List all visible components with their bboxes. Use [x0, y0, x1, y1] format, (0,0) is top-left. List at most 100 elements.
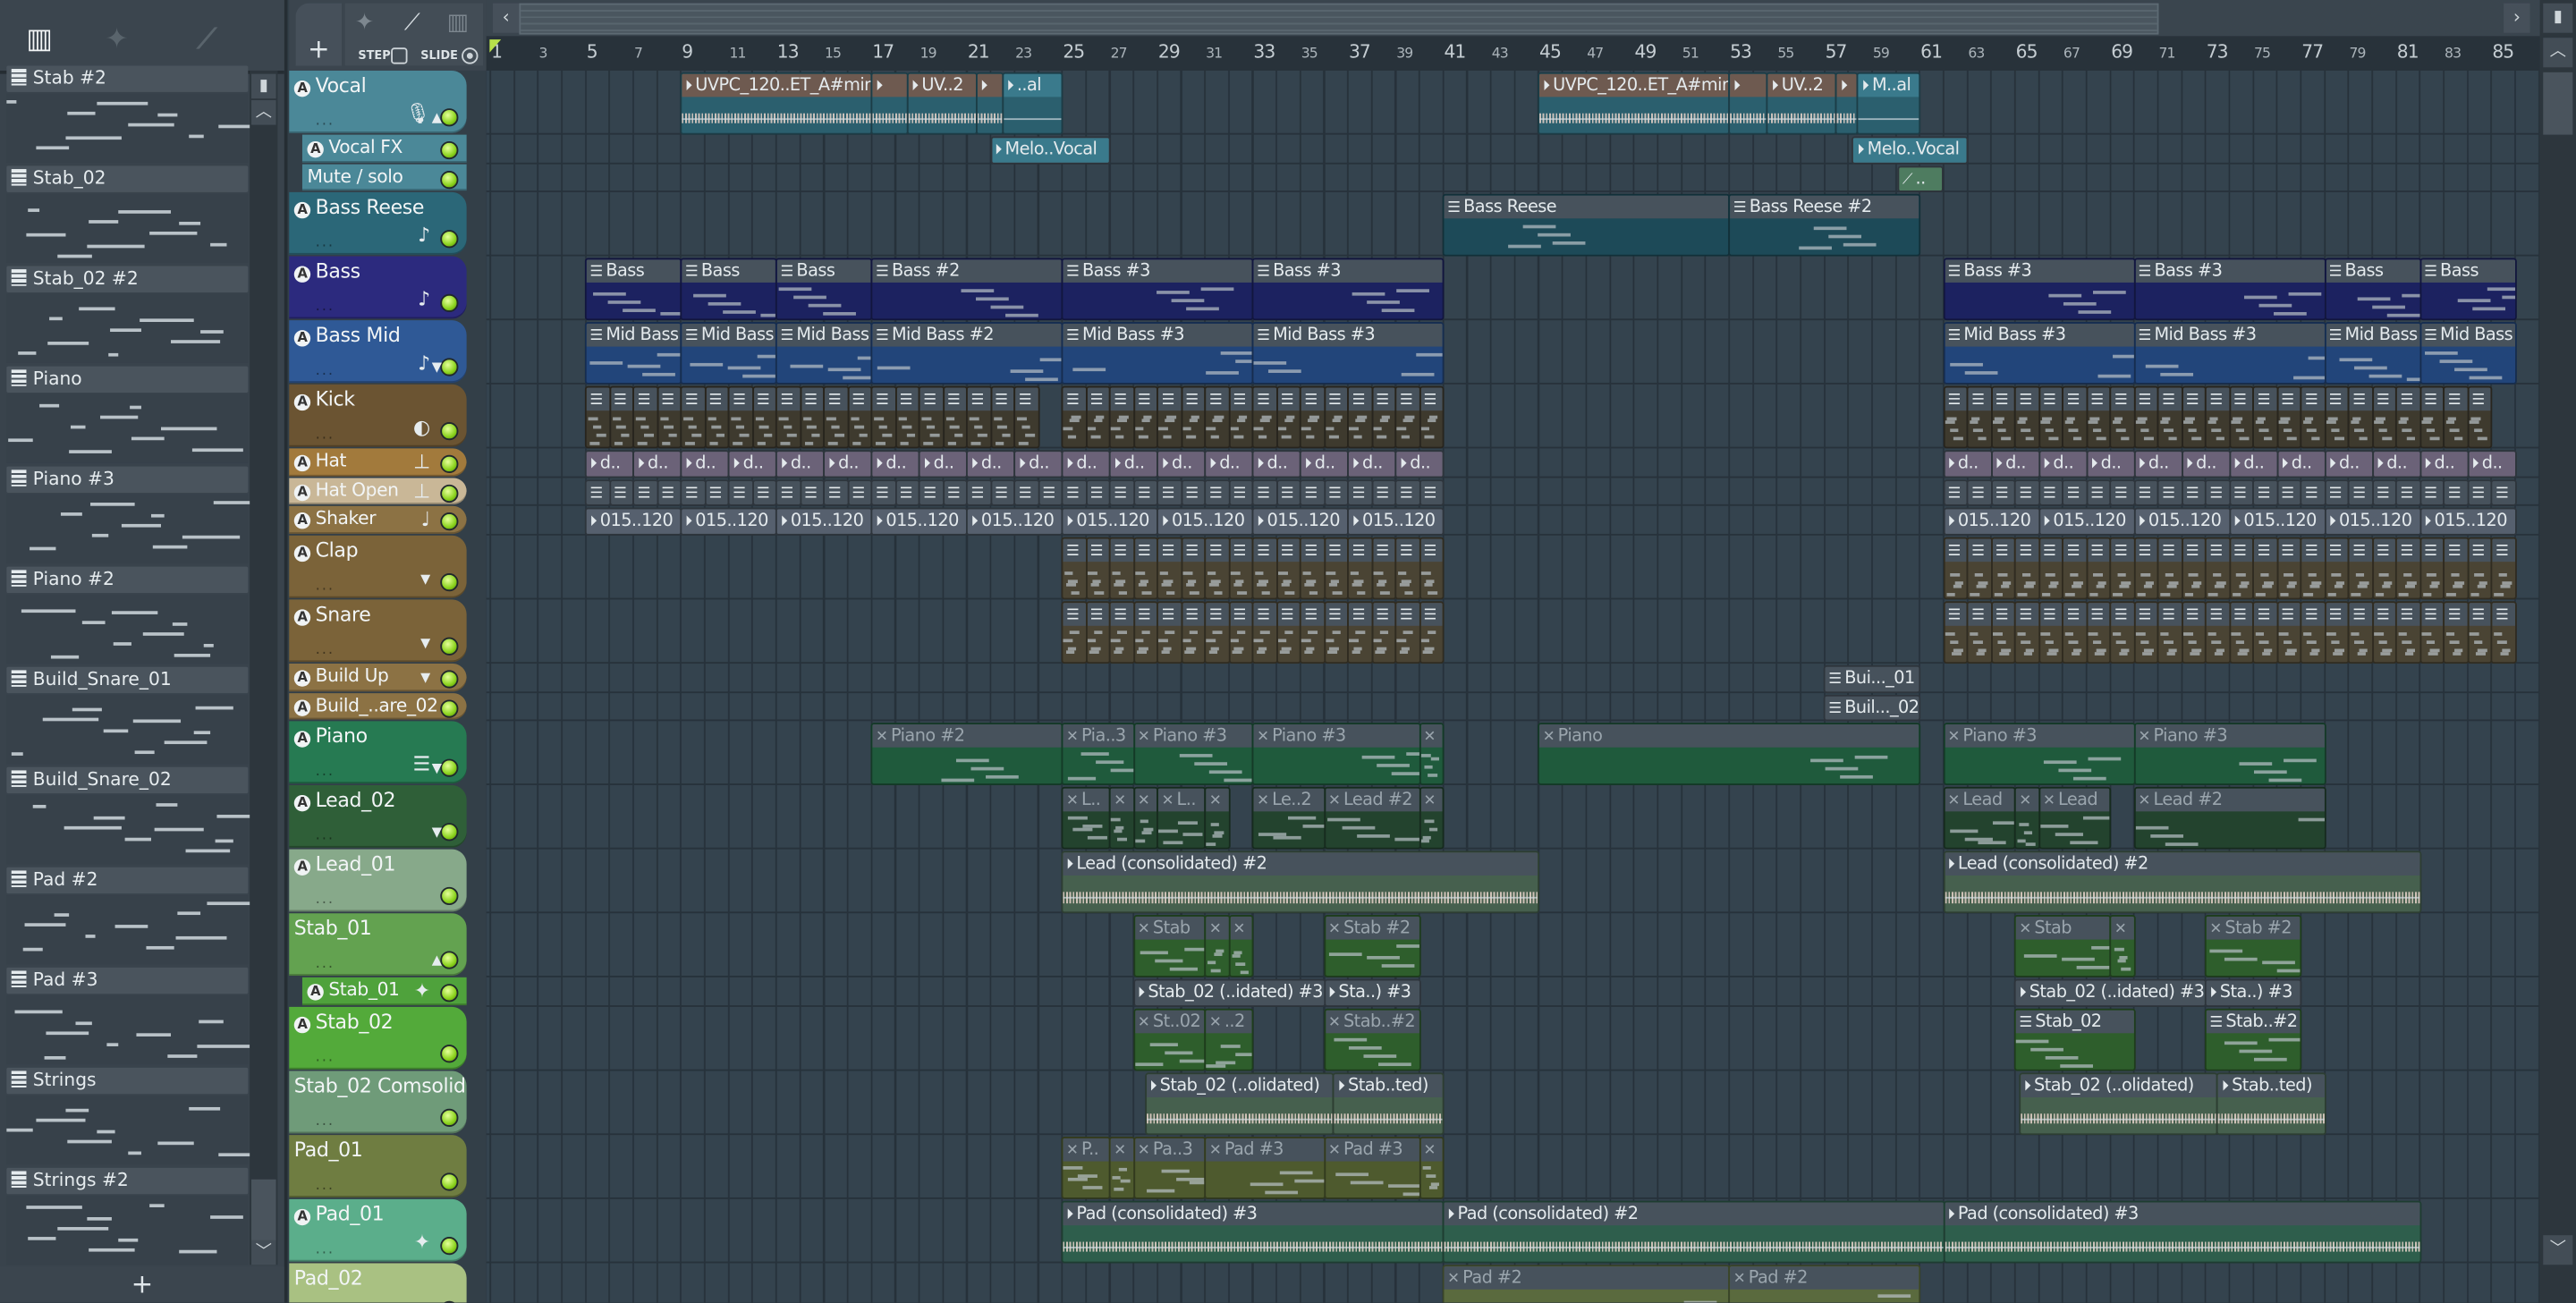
clip-header[interactable]: ☰Stab_02	[2016, 1010, 2133, 1033]
playlist-clip[interactable]: ☰	[1062, 479, 1087, 506]
picker-item-header[interactable]: Build_Snare_02	[6, 767, 248, 793]
playlist-clip[interactable]: ☰	[1157, 601, 1182, 664]
bar-number[interactable]: 73	[2207, 41, 2228, 63]
picker-item[interactable]: Strings #2	[6, 1168, 248, 1265]
playlist-clip[interactable]: ☰	[2181, 386, 2206, 449]
clip-header[interactable]: ☰	[777, 481, 800, 505]
clip-header[interactable]: ☰	[872, 388, 894, 411]
playlist-clip[interactable]: ☰	[1204, 479, 1229, 506]
picker-item[interactable]: Piano	[6, 367, 248, 463]
clip-header[interactable]: ☰	[1039, 481, 1062, 505]
playlist-clip[interactable]: ☰	[2229, 601, 2254, 664]
song-overview[interactable]: ‹ ›	[487, 0, 2540, 36]
clip-header[interactable]: ☰	[2420, 603, 2443, 626]
clip-header[interactable]: ⏵..al	[1004, 74, 1062, 97]
playlist-clip[interactable]: ✕Stab #2	[2205, 915, 2301, 977]
playlist-clip[interactable]: ☰	[2038, 479, 2063, 506]
clip-header[interactable]: ⏵015..120	[777, 510, 871, 534]
clip-header[interactable]: ☰	[2039, 481, 2062, 505]
bar-number[interactable]: 57	[1826, 41, 1847, 63]
playlist-clip[interactable]: ☰	[1085, 386, 1110, 449]
playlist-clip[interactable]: ✕Piano #2	[870, 723, 1063, 786]
clip-header[interactable]: ⏵d..	[1945, 452, 1990, 476]
playlist-clip[interactable]: ☰	[1347, 479, 1372, 506]
playlist-clip[interactable]: ✕L..	[1062, 787, 1111, 850]
clip-header[interactable]: ⏵015..120	[2135, 510, 2229, 534]
clip-header[interactable]: ☰	[1373, 538, 1395, 562]
mute-led-button[interactable]	[440, 759, 458, 777]
playlist-clip[interactable]: ✕Stab #2	[1323, 915, 1419, 977]
clip-header[interactable]: ☰	[1968, 603, 1990, 626]
clip-header[interactable]: ☰	[1230, 603, 1252, 626]
clip-header[interactable]: ☰	[2350, 481, 2372, 505]
track-header[interactable]: AVocal FX	[302, 135, 467, 162]
clip-header[interactable]: ☰Bass	[2326, 260, 2419, 283]
playlist-clip[interactable]: ☰	[1943, 601, 1968, 664]
playlist-clip[interactable]: ☰	[2300, 386, 2325, 449]
clip-header[interactable]: ✕Pad #3	[1325, 1138, 1419, 1161]
playlist-clip[interactable]: ✕	[2109, 915, 2134, 977]
playlist-clip[interactable]: ☰	[2038, 386, 2063, 449]
track-header[interactable]: AStab_01✦	[302, 977, 467, 1004]
playlist-clip[interactable]: ✕Lead	[1943, 787, 2016, 850]
playlist-clip[interactable]: ☰	[2300, 479, 2325, 506]
playlist-clip[interactable]: ☰	[2109, 601, 2134, 664]
playlist-clip[interactable]: ☰	[2300, 601, 2325, 664]
track-header[interactable]: AKick...◐	[289, 385, 466, 447]
clip-header[interactable]: ☰	[1087, 388, 1109, 411]
playlist-clip[interactable]: ⏵d..	[1943, 451, 1992, 478]
bar-number[interactable]: 61	[1920, 41, 1942, 63]
playlist-clip[interactable]: ☰	[1323, 479, 1348, 506]
playlist-clip[interactable]: ⏵Pad (consolidated) #3	[1943, 1200, 2420, 1263]
playlist-clip[interactable]: ☰Mid Bass	[775, 322, 872, 385]
clip-header[interactable]: ☰Bass #2	[872, 260, 1061, 283]
clip-header[interactable]: ☰	[2492, 603, 2514, 626]
bar-number[interactable]: 33	[1253, 41, 1275, 63]
clip-header[interactable]: ☰	[2469, 538, 2491, 562]
mute-led-button[interactable]	[440, 230, 458, 248]
playlist-clip[interactable]: ☰	[1323, 601, 1348, 664]
playlist-clip[interactable]: ⏵d..	[2467, 451, 2516, 478]
playlist-clip[interactable]: ✕Stab..#2	[1323, 1008, 1419, 1070]
playlist-clip[interactable]: ☰	[1132, 537, 1157, 600]
clip-header[interactable]: ☰	[1253, 603, 1275, 626]
clip-header[interactable]: ☰	[2158, 603, 2181, 626]
bar-number[interactable]: 9	[682, 41, 692, 63]
clip-header[interactable]: ☰	[2111, 481, 2133, 505]
track-name[interactable]: Mute / solo	[307, 165, 402, 187]
playlist-clip[interactable]: ⏵015..120	[680, 508, 776, 535]
playlist-clip[interactable]: ☰	[1109, 601, 1134, 664]
playlist-clip[interactable]: ☰	[1252, 601, 1277, 664]
clip-header[interactable]: ☰	[1349, 603, 1371, 626]
playlist-clip[interactable]: ☰	[1062, 386, 1087, 449]
clip-header[interactable]: ⏵Lead (consolidated) #2	[1945, 853, 2419, 876]
clip-header[interactable]: ☰	[2088, 538, 2110, 562]
clip-header[interactable]: ☰	[1325, 538, 1347, 562]
playlist-clip[interactable]: ☰	[1132, 386, 1157, 449]
playlist-clip[interactable]: ⏵015..120	[775, 508, 872, 535]
menu-icon[interactable]: ▮	[2543, 4, 2572, 33]
playlist-clip[interactable]: ☰	[1157, 386, 1182, 449]
playlist-clip[interactable]: ⏵d..	[2181, 451, 2230, 478]
playlist-clip[interactable]: ☰	[1157, 537, 1182, 600]
playlist-clip[interactable]: ⏵d..	[2229, 451, 2278, 478]
playlist-clip[interactable]: ☰	[1371, 601, 1396, 664]
clip-header[interactable]: ✕P..	[1063, 1138, 1108, 1161]
clip-header[interactable]: ⏵Melo..Vocal	[1854, 138, 1967, 162]
clip-header[interactable]: ☰	[944, 388, 966, 411]
clip-header[interactable]: ☰	[1301, 388, 1324, 411]
clip-header[interactable]: ☰Bass #3	[2135, 260, 2324, 283]
clip-header[interactable]: ☰	[1373, 481, 1395, 505]
track-header[interactable]: AClap...▾	[289, 536, 466, 598]
clip-header[interactable]: ☰	[1992, 538, 2014, 562]
playlist-clip[interactable]: ☰	[1419, 601, 1444, 664]
clip-header[interactable]: ☰	[610, 481, 632, 505]
clip-header[interactable]: ☰	[2278, 603, 2301, 626]
playlist-clip[interactable]: ☰Mid Bass #3	[1062, 322, 1254, 385]
playlist-clip[interactable]: ☰	[2181, 601, 2206, 664]
mute-led-button[interactable]	[440, 108, 458, 126]
clip-header[interactable]: ☰	[706, 388, 728, 411]
clip-header[interactable]: ✕	[1420, 789, 1443, 812]
bar-number[interactable]: 39	[1396, 46, 1412, 62]
arrow-up-icon[interactable]: ▲	[432, 110, 442, 125]
